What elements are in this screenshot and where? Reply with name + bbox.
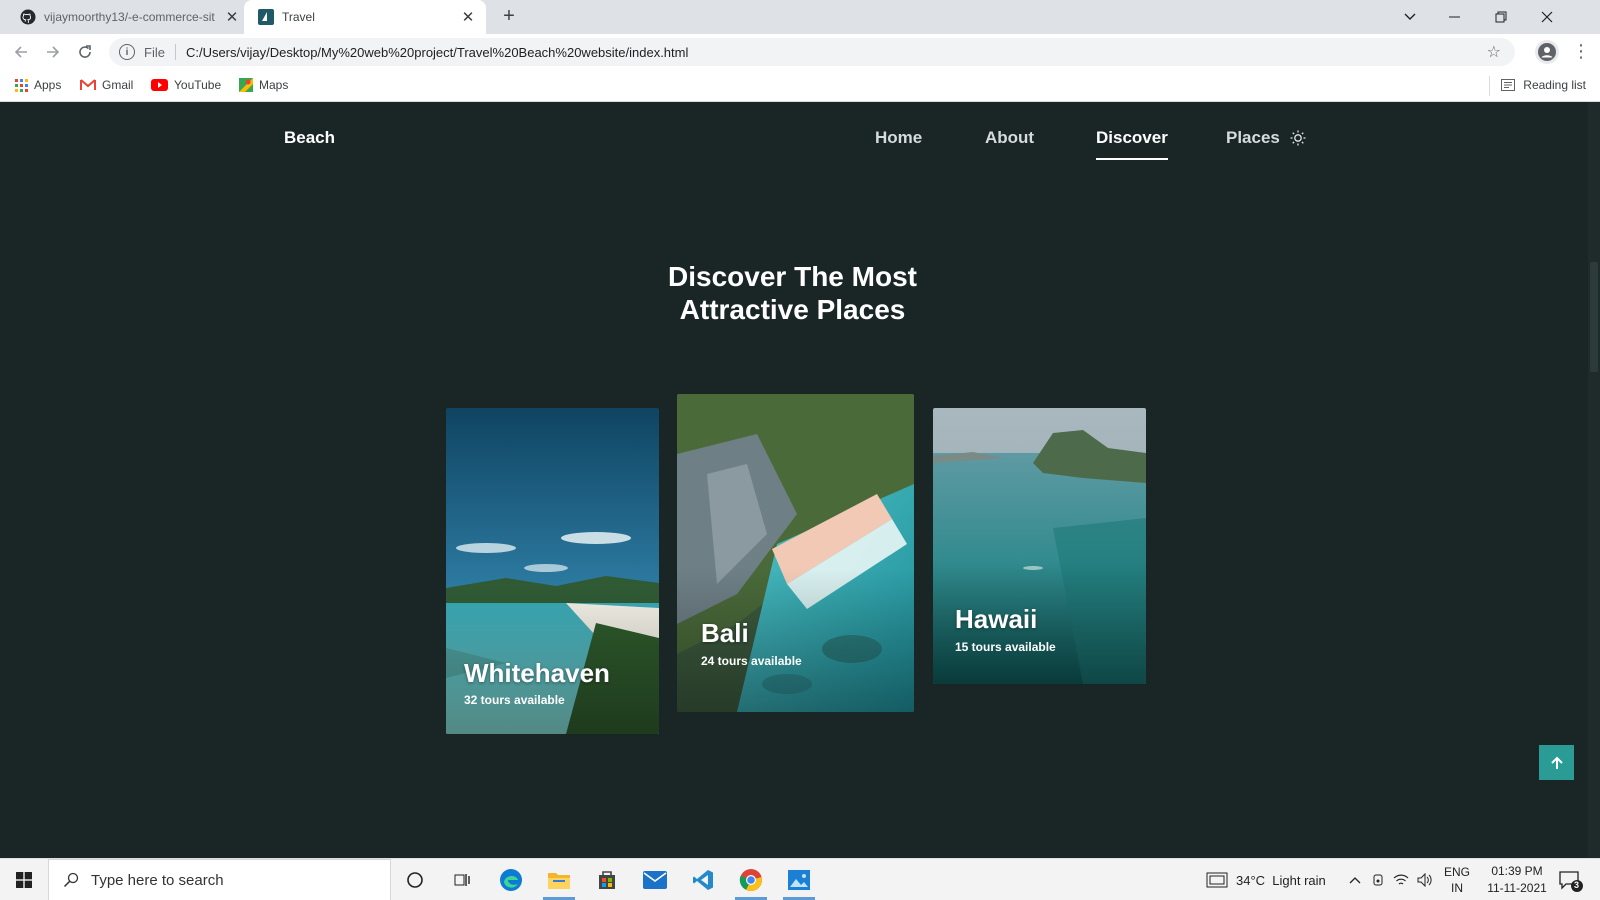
chrome-icon[interactable] — [727, 859, 775, 900]
card-title: Bali — [701, 618, 749, 648]
reading-list-button[interactable]: Reading list — [1501, 78, 1586, 92]
scrollbar-thumb[interactable] — [1590, 262, 1598, 372]
file-explorer-icon[interactable] — [535, 859, 583, 900]
cortana-icon[interactable] — [391, 859, 439, 900]
arrow-up-icon — [1550, 756, 1563, 769]
bookmark-youtube[interactable]: YouTube — [151, 78, 221, 92]
bookmark-label: YouTube — [174, 78, 222, 92]
reading-list-label: Reading list — [1523, 78, 1586, 92]
place-card-bali[interactable]: Bali 24 tours available — [677, 394, 914, 712]
meet-now-icon[interactable] — [1371, 859, 1385, 900]
mail-icon[interactable] — [631, 859, 679, 900]
nav-places[interactable]: Places — [1226, 128, 1280, 148]
youtube-icon — [151, 79, 168, 91]
card-tours: 32 tours available — [464, 693, 565, 707]
info-icon[interactable]: i — [119, 44, 135, 60]
edge-icon[interactable] — [487, 859, 535, 900]
restore-button[interactable] — [1478, 0, 1524, 34]
new-tab-button[interactable]: + — [497, 5, 521, 28]
reload-button[interactable] — [73, 40, 97, 64]
travel-favicon — [258, 9, 274, 25]
bookmark-label: Maps — [259, 78, 289, 92]
maps-icon — [239, 78, 253, 92]
card-tours: 24 tours available — [701, 654, 802, 668]
url-scheme: File — [144, 44, 165, 60]
close-icon[interactable]: ✕ — [460, 8, 476, 26]
section-heading: Discover The Most Attractive Places — [560, 260, 1025, 326]
bookmark-apps[interactable]: Apps — [15, 78, 61, 92]
wifi-icon[interactable] — [1393, 859, 1409, 900]
taskbar-search-input[interactable]: Type here to search — [48, 859, 391, 900]
divider — [1489, 76, 1490, 96]
minimize-button[interactable] — [1432, 0, 1478, 34]
web-page: Beach Home About Discover Places Discove… — [0, 102, 1588, 858]
bookmark-label: Apps — [34, 78, 62, 92]
task-view-icon[interactable] — [439, 859, 487, 900]
reading-list-icon — [1501, 79, 1516, 91]
card-title: Hawaii — [955, 604, 1038, 634]
heading-line: Attractive Places — [679, 294, 906, 325]
url-text[interactable]: C:/Users/vijay/Desktop/My%20web%20projec… — [186, 45, 688, 60]
language-code: ENG — [1444, 865, 1471, 879]
bookmark-label: Gmail — [102, 78, 134, 92]
show-hidden-icons-icon[interactable] — [1349, 859, 1361, 900]
volume-icon[interactable] — [1417, 859, 1433, 900]
bookmark-star-icon[interactable]: ☆ — [1487, 42, 1501, 62]
tab-title: Travel — [282, 10, 315, 24]
store-icon[interactable] — [583, 859, 631, 900]
bookmarks-bar: Apps Gmail YouTube Maps Reading list — [0, 70, 1600, 102]
tab-github[interactable]: vijaymoorthy13/-e-commerce-sit ✕ — [0, 0, 244, 34]
clock[interactable]: 01:39 PM 11-11-2021 — [1476, 863, 1558, 897]
tab-title: vijaymoorthy13/-e-commerce-sit — [44, 10, 215, 24]
weather-text: 34°C Light rain — [1236, 872, 1326, 888]
heading-line: Discover The Most — [668, 261, 917, 292]
page-scrollbar[interactable] — [1588, 102, 1600, 858]
bookmark-maps[interactable]: Maps — [239, 78, 288, 92]
nav-discover[interactable]: Discover — [1096, 128, 1168, 160]
notification-center-icon[interactable]: 3 — [1557, 867, 1583, 893]
divider — [174, 44, 176, 60]
tab-search-icon[interactable] — [1387, 0, 1433, 34]
region-code: IN — [1451, 881, 1463, 895]
notification-count: 3 — [1574, 880, 1580, 890]
browser-toolbar: i File C:/Users/vijay/Desktop/My%20web%2… — [0, 34, 1600, 70]
sun-icon[interactable] — [1290, 130, 1306, 146]
vscode-icon[interactable] — [679, 859, 727, 900]
search-placeholder: Type here to search — [91, 871, 224, 889]
site-logo[interactable]: Beach — [284, 128, 335, 148]
close-icon[interactable]: ✕ — [224, 8, 240, 26]
card-tours: 15 tours available — [955, 640, 1056, 654]
tab-travel[interactable]: Travel ✕ — [244, 0, 486, 34]
apps-grid-icon — [15, 78, 28, 92]
weather-widget[interactable]: 34°C Light rain — [1206, 859, 1326, 900]
scroll-to-top-button[interactable] — [1539, 745, 1574, 780]
windows-start-icon[interactable] — [0, 859, 48, 900]
weather-rain-icon — [1206, 872, 1228, 888]
address-bar[interactable]: i File C:/Users/vijay/Desktop/My%20web%2… — [109, 38, 1515, 66]
place-card-hawaii[interactable]: Hawaii 15 tours available — [933, 408, 1146, 684]
place-card-whitehaven[interactable]: Whitehaven 32 tours available — [446, 408, 659, 734]
bookmark-gmail[interactable]: Gmail — [80, 78, 133, 92]
github-icon — [20, 9, 36, 25]
close-window-button[interactable] — [1524, 0, 1570, 34]
forward-button[interactable] — [41, 40, 65, 64]
taskbar: Type here to search 34°C Light rain ENG … — [0, 858, 1600, 900]
back-button[interactable] — [9, 40, 33, 64]
photos-icon[interactable] — [775, 859, 823, 900]
tab-strip: vijaymoorthy13/-e-commerce-sit ✕ Travel … — [0, 0, 1600, 34]
nav-about[interactable]: About — [985, 128, 1034, 148]
search-icon — [63, 872, 79, 888]
clock-time: 01:39 PM — [1491, 864, 1543, 878]
browser-menu-icon[interactable]: ⋮ — [1572, 40, 1590, 64]
nav-home[interactable]: Home — [875, 128, 922, 148]
card-title: Whitehaven — [464, 658, 610, 688]
clock-date: 11-11-2021 — [1487, 881, 1547, 895]
language-indicator[interactable]: ENG IN — [1444, 859, 1470, 900]
profile-avatar-icon[interactable] — [1535, 40, 1559, 64]
gmail-icon — [80, 79, 96, 90]
